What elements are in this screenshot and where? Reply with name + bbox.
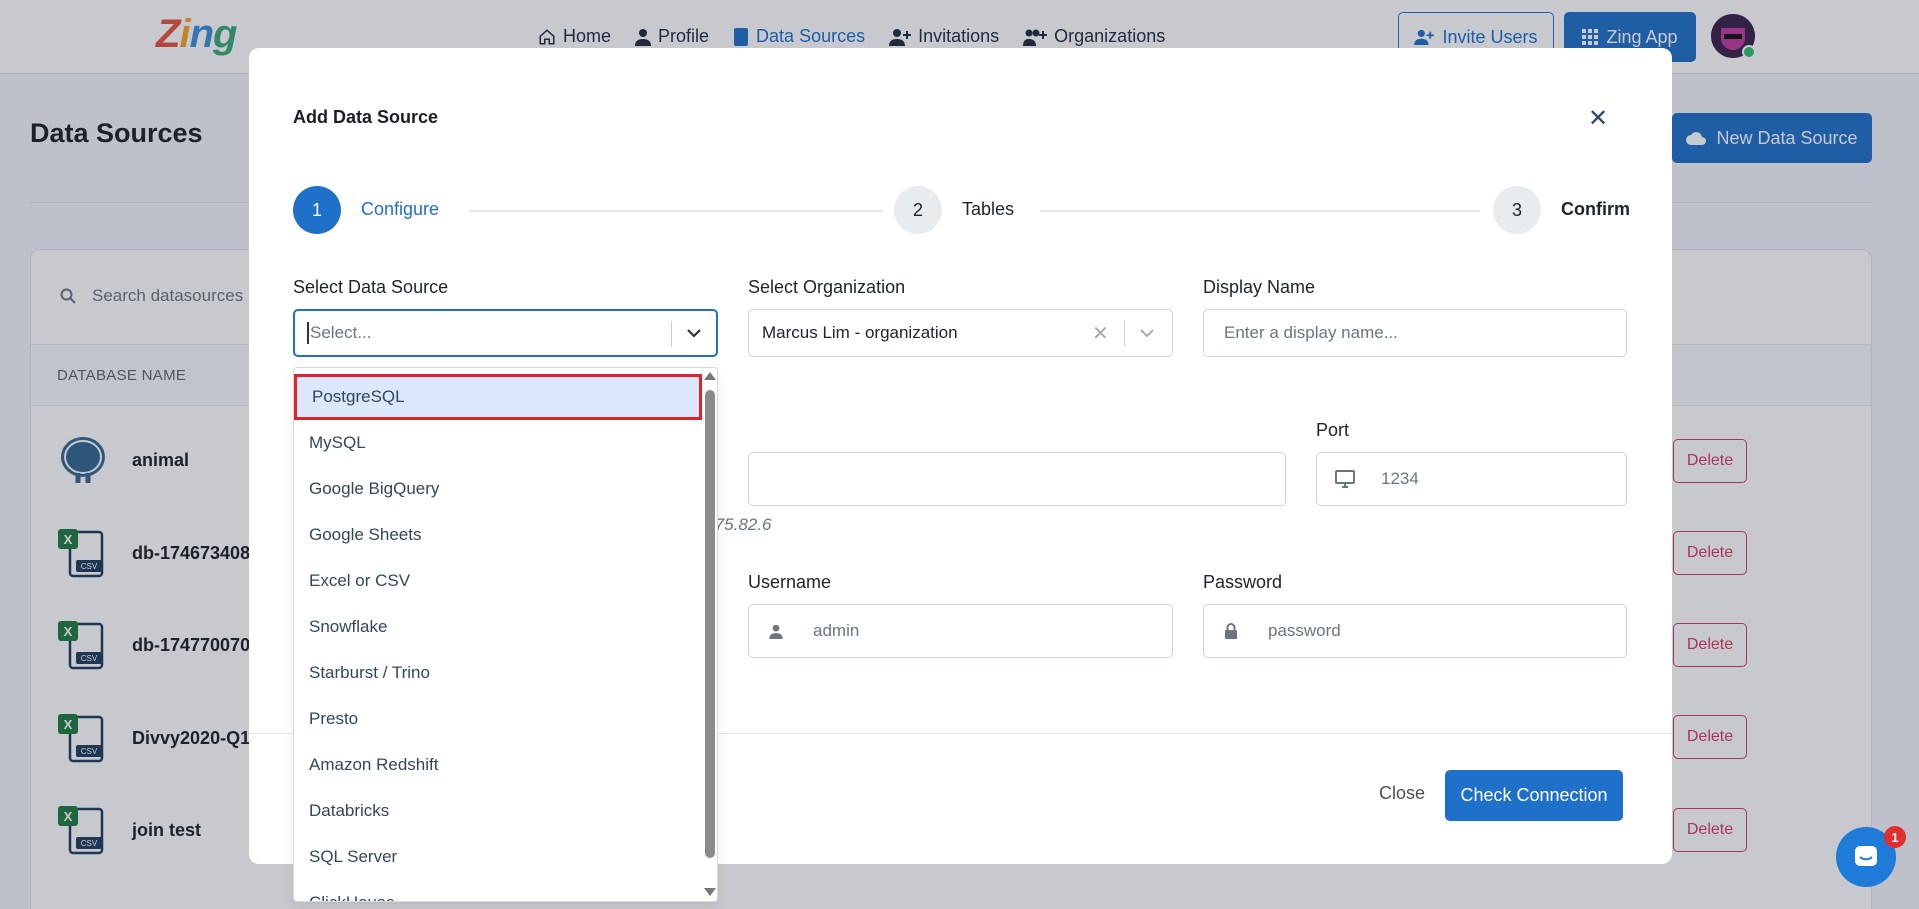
display-name-placeholder: Enter a display name... (1224, 323, 1398, 342)
password-label: Password (1203, 572, 1283, 592)
display-name-input[interactable]: Enter a display name... (1203, 309, 1627, 357)
chat-badge: 1 (1884, 826, 1906, 848)
organization-select[interactable]: Marcus Lim - organization ✕ (748, 309, 1173, 357)
username-placeholder: admin (813, 621, 860, 640)
option-mysql[interactable]: MySQL (294, 420, 702, 466)
chevron-down-icon[interactable] (686, 325, 702, 341)
option-postgresql[interactable]: PostgreSQL (294, 374, 702, 420)
step-connector (1040, 210, 1480, 212)
username-input[interactable]: admin (748, 604, 1173, 658)
organization-label: Select Organization (748, 277, 906, 297)
step-3-circle: 3 (1493, 186, 1541, 234)
check-connection-button[interactable]: Check Connection (1445, 770, 1623, 821)
option-sql-server[interactable]: SQL Server (294, 834, 702, 880)
step-connector (470, 210, 882, 212)
option-google-bigquery[interactable]: Google BigQuery (294, 466, 702, 512)
option-databricks[interactable]: Databricks (294, 788, 702, 834)
option-presto[interactable]: Presto (294, 696, 702, 742)
step-2-circle: 2 (894, 186, 942, 234)
option-google-sheets[interactable]: Google Sheets (294, 512, 702, 558)
data-source-select[interactable]: Select... (293, 309, 718, 357)
password-input[interactable]: password (1203, 604, 1627, 658)
port-input[interactable]: 1234 (1316, 452, 1627, 506)
chevron-down-icon[interactable] (1139, 325, 1155, 341)
chat-icon (1852, 843, 1880, 871)
step-tables-label: Tables (962, 199, 1015, 219)
option-amazon-redshift[interactable]: Amazon Redshift (294, 742, 702, 788)
select-separator (1124, 320, 1125, 346)
username-label: Username (748, 572, 832, 592)
clear-icon[interactable]: ✕ (1092, 321, 1109, 346)
monitor-icon (1335, 470, 1355, 488)
close-button[interactable]: Close (1379, 783, 1425, 804)
step-1-circle: 1 (293, 186, 341, 234)
port-placeholder: 1234 (1381, 469, 1419, 488)
step-configure-label: Configure (361, 199, 440, 219)
scroll-up-arrow-icon[interactable] (704, 372, 716, 380)
host-input[interactable] (748, 452, 1286, 506)
data-source-dropdown: PostgreSQL MySQL Google BigQuery Google … (293, 367, 718, 902)
scrollbar-thumb[interactable] (705, 390, 715, 858)
organization-value: Marcus Lim - organization (762, 323, 958, 342)
display-name-label: Display Name (1203, 277, 1316, 297)
modal-title: Add Data Source (293, 107, 439, 127)
select-separator (671, 321, 672, 347)
option-excel-csv[interactable]: Excel or CSV (294, 558, 702, 604)
host-hint: .75.82.6 (710, 515, 772, 534)
data-source-label: Select Data Source (293, 277, 449, 297)
close-icon[interactable]: ✕ (1588, 104, 1608, 133)
option-snowflake[interactable]: Snowflake (294, 604, 702, 650)
option-clickhouse[interactable]: ClickHouse (294, 880, 702, 901)
user-icon (769, 624, 783, 639)
password-placeholder: password (1268, 621, 1341, 640)
step-confirm-label: Confirm (1561, 199, 1630, 219)
text-cursor (307, 322, 309, 344)
option-starburst-trino[interactable]: Starburst / Trino (294, 650, 702, 696)
data-source-placeholder: Select... (310, 323, 372, 342)
lock-icon (1224, 623, 1238, 639)
port-label: Port (1316, 420, 1350, 440)
scroll-down-arrow-icon[interactable] (704, 888, 716, 896)
